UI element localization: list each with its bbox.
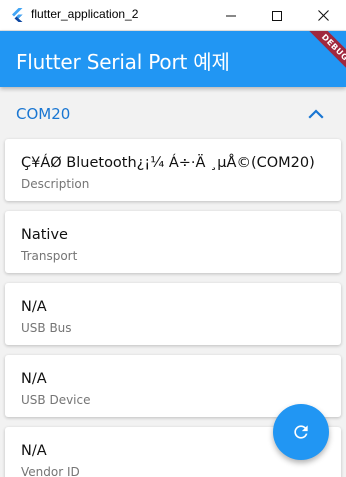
detail-value: N/A: [21, 371, 47, 387]
detail-value: Native: [21, 227, 68, 243]
refresh-button[interactable]: [273, 404, 329, 460]
window-titlebar[interactable]: flutter_application_2: [0, 0, 346, 31]
minimize-icon: [226, 15, 236, 16]
port-name: COM20: [16, 105, 71, 123]
detail-label: Description: [21, 177, 90, 191]
detail-card-description: Ç¥ÁØ Bluetooth¿¡¼ Á÷·Ä ¸µÅ©(COM20) Descr…: [5, 139, 341, 201]
chevron-up-icon[interactable]: [306, 104, 326, 124]
window-title: flutter_application_2: [31, 7, 139, 21]
detail-label: USB Device: [21, 393, 91, 407]
minimize-button[interactable]: [208, 0, 254, 31]
maximize-button[interactable]: [254, 0, 300, 31]
detail-label: USB Bus: [21, 321, 72, 335]
app-bar-title: Flutter Serial Port 예제: [16, 50, 230, 74]
debug-banner: DEBUG: [298, 31, 346, 84]
close-button[interactable]: [300, 0, 346, 31]
detail-card-transport: Native Transport: [5, 211, 341, 273]
detail-label: Vendor ID: [21, 465, 80, 477]
detail-value: Ç¥ÁØ Bluetooth¿¡¼ Á÷·Ä ¸µÅ©(COM20): [21, 155, 315, 171]
port-expansion-header[interactable]: COM20: [0, 87, 346, 139]
refresh-icon: [294, 425, 308, 439]
close-icon: [317, 10, 329, 21]
maximize-icon: [272, 10, 282, 21]
detail-value: N/A: [21, 443, 47, 459]
detail-value: N/A: [21, 299, 47, 315]
detail-label: Transport: [21, 249, 78, 263]
app-bar: Flutter Serial Port 예제 DEBUG: [0, 31, 346, 87]
detail-card-usb-bus: N/A USB Bus: [5, 283, 341, 345]
flutter-logo-icon: [12, 8, 23, 22]
